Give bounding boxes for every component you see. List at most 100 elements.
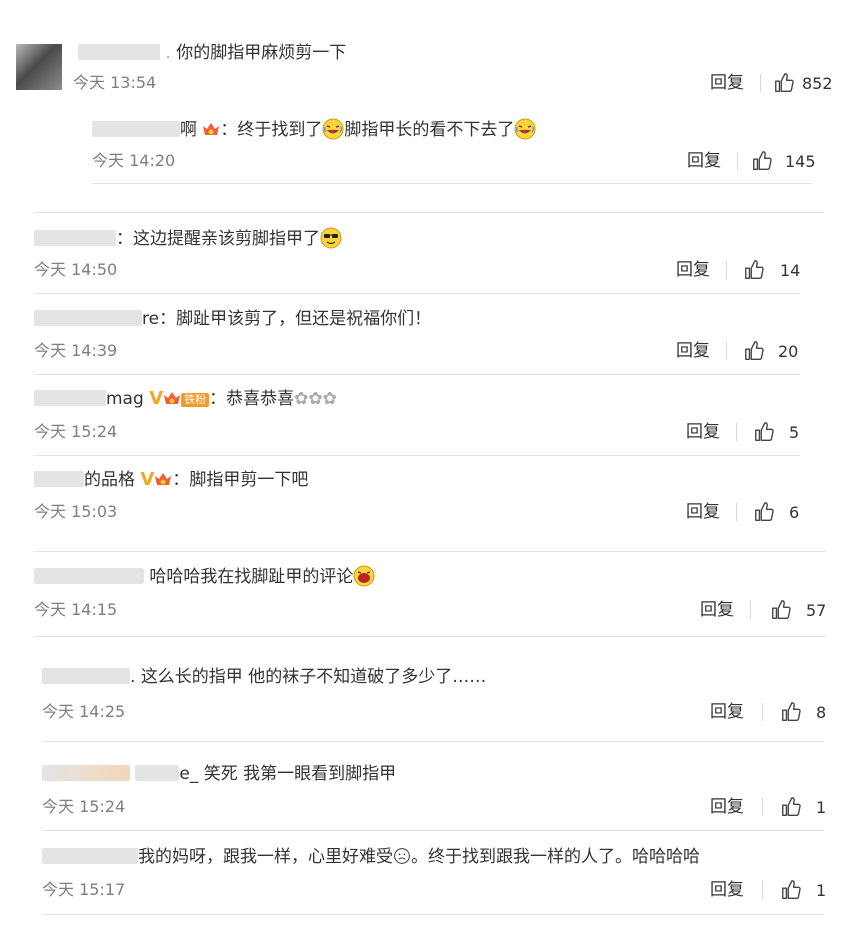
thumbs-up-icon[interactable]	[780, 879, 802, 901]
fan-badge: 铁粉	[181, 393, 210, 407]
username-fragment[interactable]: 的品格	[84, 470, 135, 490]
big-laugh-emoji-icon	[353, 565, 375, 587]
thumbs-up-icon[interactable]	[780, 796, 802, 818]
like-count: 57	[806, 601, 827, 620]
username-blurred[interactable]	[78, 44, 160, 60]
row-divider	[34, 293, 800, 294]
timestamp: 今天 13:54	[73, 73, 157, 92]
comment-text: re：脚趾甲该剪了，但还是祝福你们！	[34, 308, 431, 330]
divider	[736, 503, 737, 521]
like-count: 145	[785, 152, 816, 171]
comment-text: ：这边提醒亲该剪脚指甲了	[34, 227, 342, 250]
divider	[760, 74, 761, 92]
reply-button[interactable]: 回复	[686, 502, 720, 522]
reply-button[interactable]: 回复	[710, 73, 744, 93]
divider	[736, 423, 737, 441]
comment-body: ：终于找到了	[220, 120, 323, 140]
row-divider	[92, 183, 812, 184]
reply-button[interactable]: 回复	[710, 880, 744, 900]
comment-body: ：脚趾甲该剪了，但还是祝福你们！	[159, 309, 432, 329]
reply-button[interactable]: 回复	[687, 151, 721, 171]
sunglasses-emoji-icon	[320, 227, 342, 249]
like-count: 5	[789, 423, 800, 442]
thumbs-up-icon[interactable]	[743, 259, 765, 281]
like-count: 852	[802, 74, 833, 93]
timestamp: 今天 15:24	[42, 797, 126, 816]
timestamp: 今天 14:39	[34, 341, 118, 360]
reply-button[interactable]: 回复	[676, 260, 710, 280]
divider	[726, 261, 727, 279]
username-blurred[interactable]	[42, 765, 130, 781]
username-blurred[interactable]	[34, 230, 116, 246]
thumbs-up-icon[interactable]	[773, 72, 795, 94]
username-blurred[interactable]	[135, 765, 180, 781]
like-count: 20	[778, 342, 799, 361]
timestamp: 今天 14:15	[34, 600, 118, 619]
reply-button[interactable]: 回复	[710, 702, 744, 722]
thumbs-up-icon[interactable]	[753, 501, 775, 523]
sad-face-emoji-icon	[393, 847, 411, 865]
crown-icon	[202, 121, 220, 137]
row-divider	[34, 374, 800, 375]
username-blurred[interactable]	[34, 471, 84, 487]
thumbs-up-icon[interactable]	[780, 701, 802, 723]
thumbs-up-icon[interactable]	[753, 421, 775, 443]
row-divider	[34, 455, 800, 456]
like-count: 1	[816, 881, 827, 900]
like-count: 1	[816, 798, 827, 817]
username-blurred[interactable]	[34, 568, 144, 584]
thumbs-up-icon[interactable]	[770, 599, 792, 621]
username-fragment[interactable]: 啊	[180, 120, 197, 140]
username-fragment[interactable]: mag	[106, 389, 144, 409]
timestamp: 今天 15:03	[34, 502, 118, 521]
comment-text: 啊 ：终于找到了 脚指甲长的看不下去了	[92, 118, 536, 141]
comment-body: 这么长的指甲 他的袜子不知道破了多少了……	[140, 667, 487, 687]
thumbs-up-icon[interactable]	[751, 150, 773, 172]
reply-button[interactable]: 回复	[686, 422, 720, 442]
timestamp: 今天 15:17	[42, 880, 126, 899]
comment-text: 的品格 V ：脚指甲剪一下吧	[34, 469, 308, 491]
avatar[interactable]	[16, 44, 62, 90]
divider	[750, 601, 751, 619]
laughing-crying-emoji-icon	[514, 118, 536, 140]
comment-body: ：脚指甲剪一下吧	[172, 470, 309, 490]
username-fragment[interactable]: .	[130, 667, 135, 687]
timestamp: 今天 14:25	[42, 702, 126, 721]
comment-text: e_ 笑死 我第一眼看到脚指甲	[42, 763, 396, 785]
comment-body: 笑死 我第一眼看到脚指甲	[203, 764, 397, 784]
like-count: 6	[789, 503, 800, 522]
username-blurred[interactable]	[42, 848, 138, 864]
divider	[762, 881, 763, 899]
reply-button[interactable]: 回复	[676, 341, 710, 361]
username-fragment[interactable]: e_	[179, 764, 198, 784]
laughing-crying-emoji-icon	[322, 118, 344, 140]
divider	[762, 798, 763, 816]
verified-v-icon: V	[149, 388, 164, 409]
crown-icon	[154, 471, 172, 487]
reply-button[interactable]: 回复	[700, 600, 734, 620]
username-blurred[interactable]	[34, 310, 142, 326]
timestamp: 今天 14:50	[34, 260, 118, 279]
crown-icon	[163, 390, 181, 406]
row-divider	[42, 741, 824, 742]
divider	[726, 342, 727, 360]
like-count: 14	[780, 261, 801, 280]
username-blurred[interactable]	[42, 668, 130, 684]
timestamp: 今天 14:20	[92, 151, 176, 170]
timestamp: 今天 15:24	[34, 422, 118, 441]
thumbs-up-icon[interactable]	[743, 340, 765, 362]
comment-body: 哈哈哈我在找脚趾甲的评论	[149, 567, 354, 587]
username-blurred[interactable]	[92, 121, 180, 137]
comment-text: . 这么长的指甲 他的袜子不知道破了多少了……	[42, 666, 486, 688]
row-divider	[34, 636, 826, 637]
comment-body: 我的妈呀，跟我一样，心里好难受	[138, 847, 393, 867]
username-fragment[interactable]: .	[165, 43, 170, 63]
emoji-blurred: ✿✿✿	[294, 389, 337, 409]
divider	[737, 152, 738, 170]
comment-body-continued: 脚指甲长的看不下去了	[344, 120, 515, 140]
username-blurred[interactable]	[34, 390, 106, 406]
row-divider	[42, 914, 824, 915]
username-fragment[interactable]: re	[142, 309, 159, 329]
reply-button[interactable]: 回复	[710, 797, 744, 817]
section-divider	[34, 551, 826, 552]
